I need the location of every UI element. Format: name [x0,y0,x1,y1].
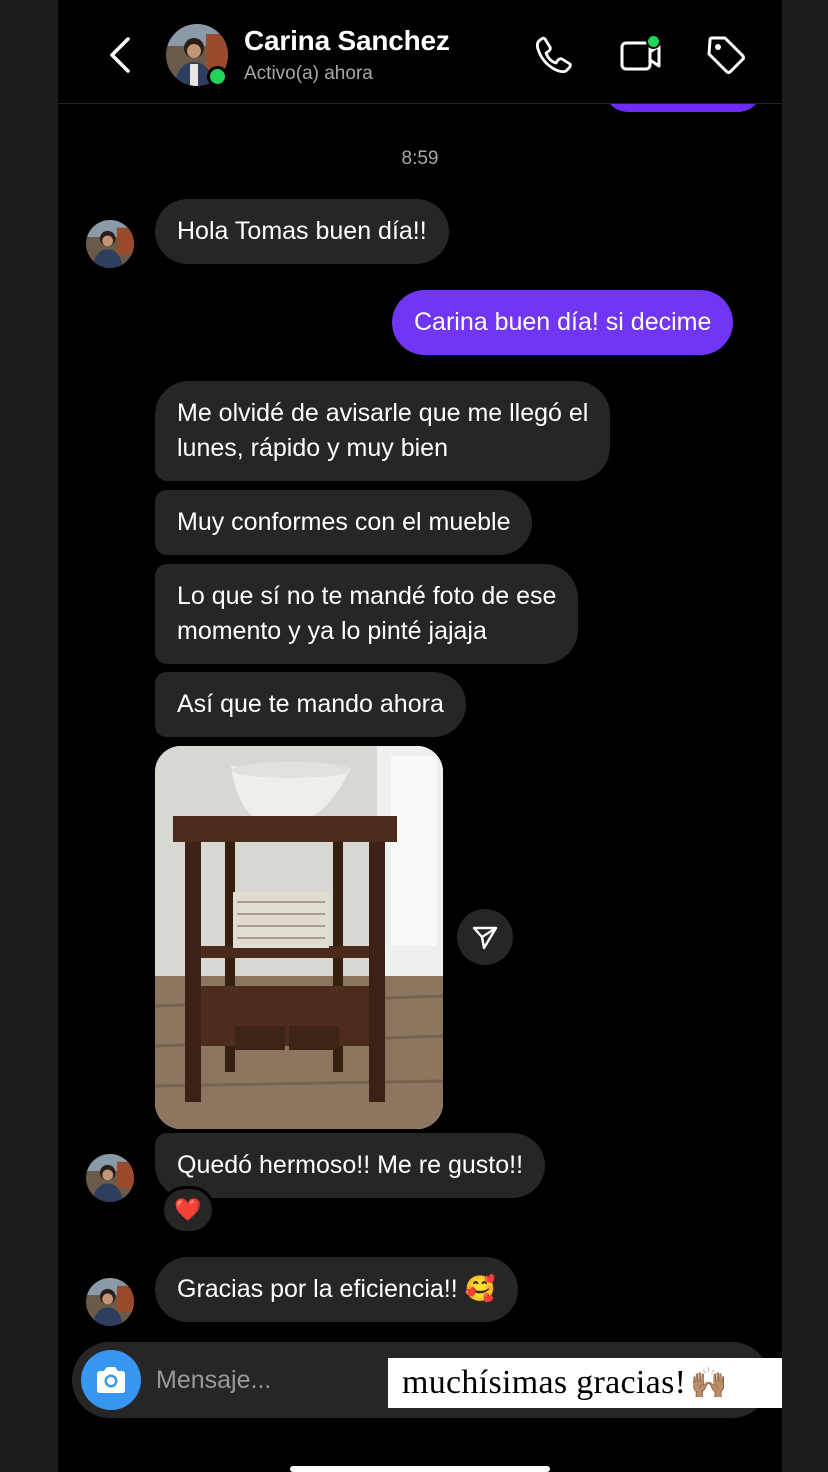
heart-icon: ❤️ [174,1197,202,1222]
shared-photo[interactable] [155,746,443,1129]
home-indicator [290,1466,550,1472]
contact-name[interactable]: Carina Sanchez [244,25,450,57]
back-chevron-icon [110,37,130,73]
video-active-dot [646,34,661,49]
furniture-photo-image [155,746,443,1129]
message-bubble-outgoing[interactable]: Carina buen día! si decime [392,290,734,355]
online-indicator [207,66,228,87]
avatar-image [86,1278,134,1326]
message-bubble-incoming[interactable]: Así que te mando ahora [155,672,466,737]
camera-icon [97,1367,125,1393]
right-frame [782,0,828,1472]
back-button[interactable] [102,32,138,78]
message-bubble-incoming[interactable]: Lo que sí no te mandé foto de ese moment… [155,564,579,664]
contact-avatar-small[interactable] [86,220,134,268]
contact-status: Activo(a) ahora [244,63,373,84]
text-sticker-overlay: muchísimas gracias! 🙌🏽 [388,1358,782,1408]
heart-reaction[interactable]: ❤️ [161,1186,215,1234]
message-bubble-incoming[interactable]: Me olvidé de avisarle que me llegó el lu… [155,381,611,481]
phone-icon [535,36,572,74]
message-bubble-incoming[interactable]: Hola Tomas buen día!! [155,199,449,264]
raised-hands-emoji: 🙌🏽 [690,1366,728,1400]
chat-header: Carina Sanchez Activo(a) ahora [58,0,782,104]
avatar-image [86,220,134,268]
left-frame [0,0,58,1472]
sticker-text: muchísimas gracias! [402,1364,687,1401]
avatar-image [86,1154,134,1202]
message-input[interactable] [156,1360,376,1400]
tag-icon [707,36,745,74]
contact-avatar-small[interactable] [86,1278,134,1326]
tag-button[interactable] [703,32,749,78]
message-bubble-incoming[interactable]: Muy conformes con el mueble [155,490,533,555]
share-photo-button[interactable] [457,909,513,965]
message-bubble-incoming[interactable]: Quedó hermoso!! Me re gusto!! [155,1133,546,1198]
chat-screen: Carina Sanchez Activo(a) ahora 8:59 Hola… [58,0,782,1472]
call-button[interactable] [531,32,577,78]
share-paper-plane-icon [472,926,498,950]
camera-button[interactable] [81,1350,141,1410]
message-bubble-incoming[interactable]: Gracias por la eficiencia!! 🥰 [155,1257,518,1322]
message-timestamp: 8:59 [401,148,439,169]
contact-avatar-small[interactable] [86,1154,134,1202]
